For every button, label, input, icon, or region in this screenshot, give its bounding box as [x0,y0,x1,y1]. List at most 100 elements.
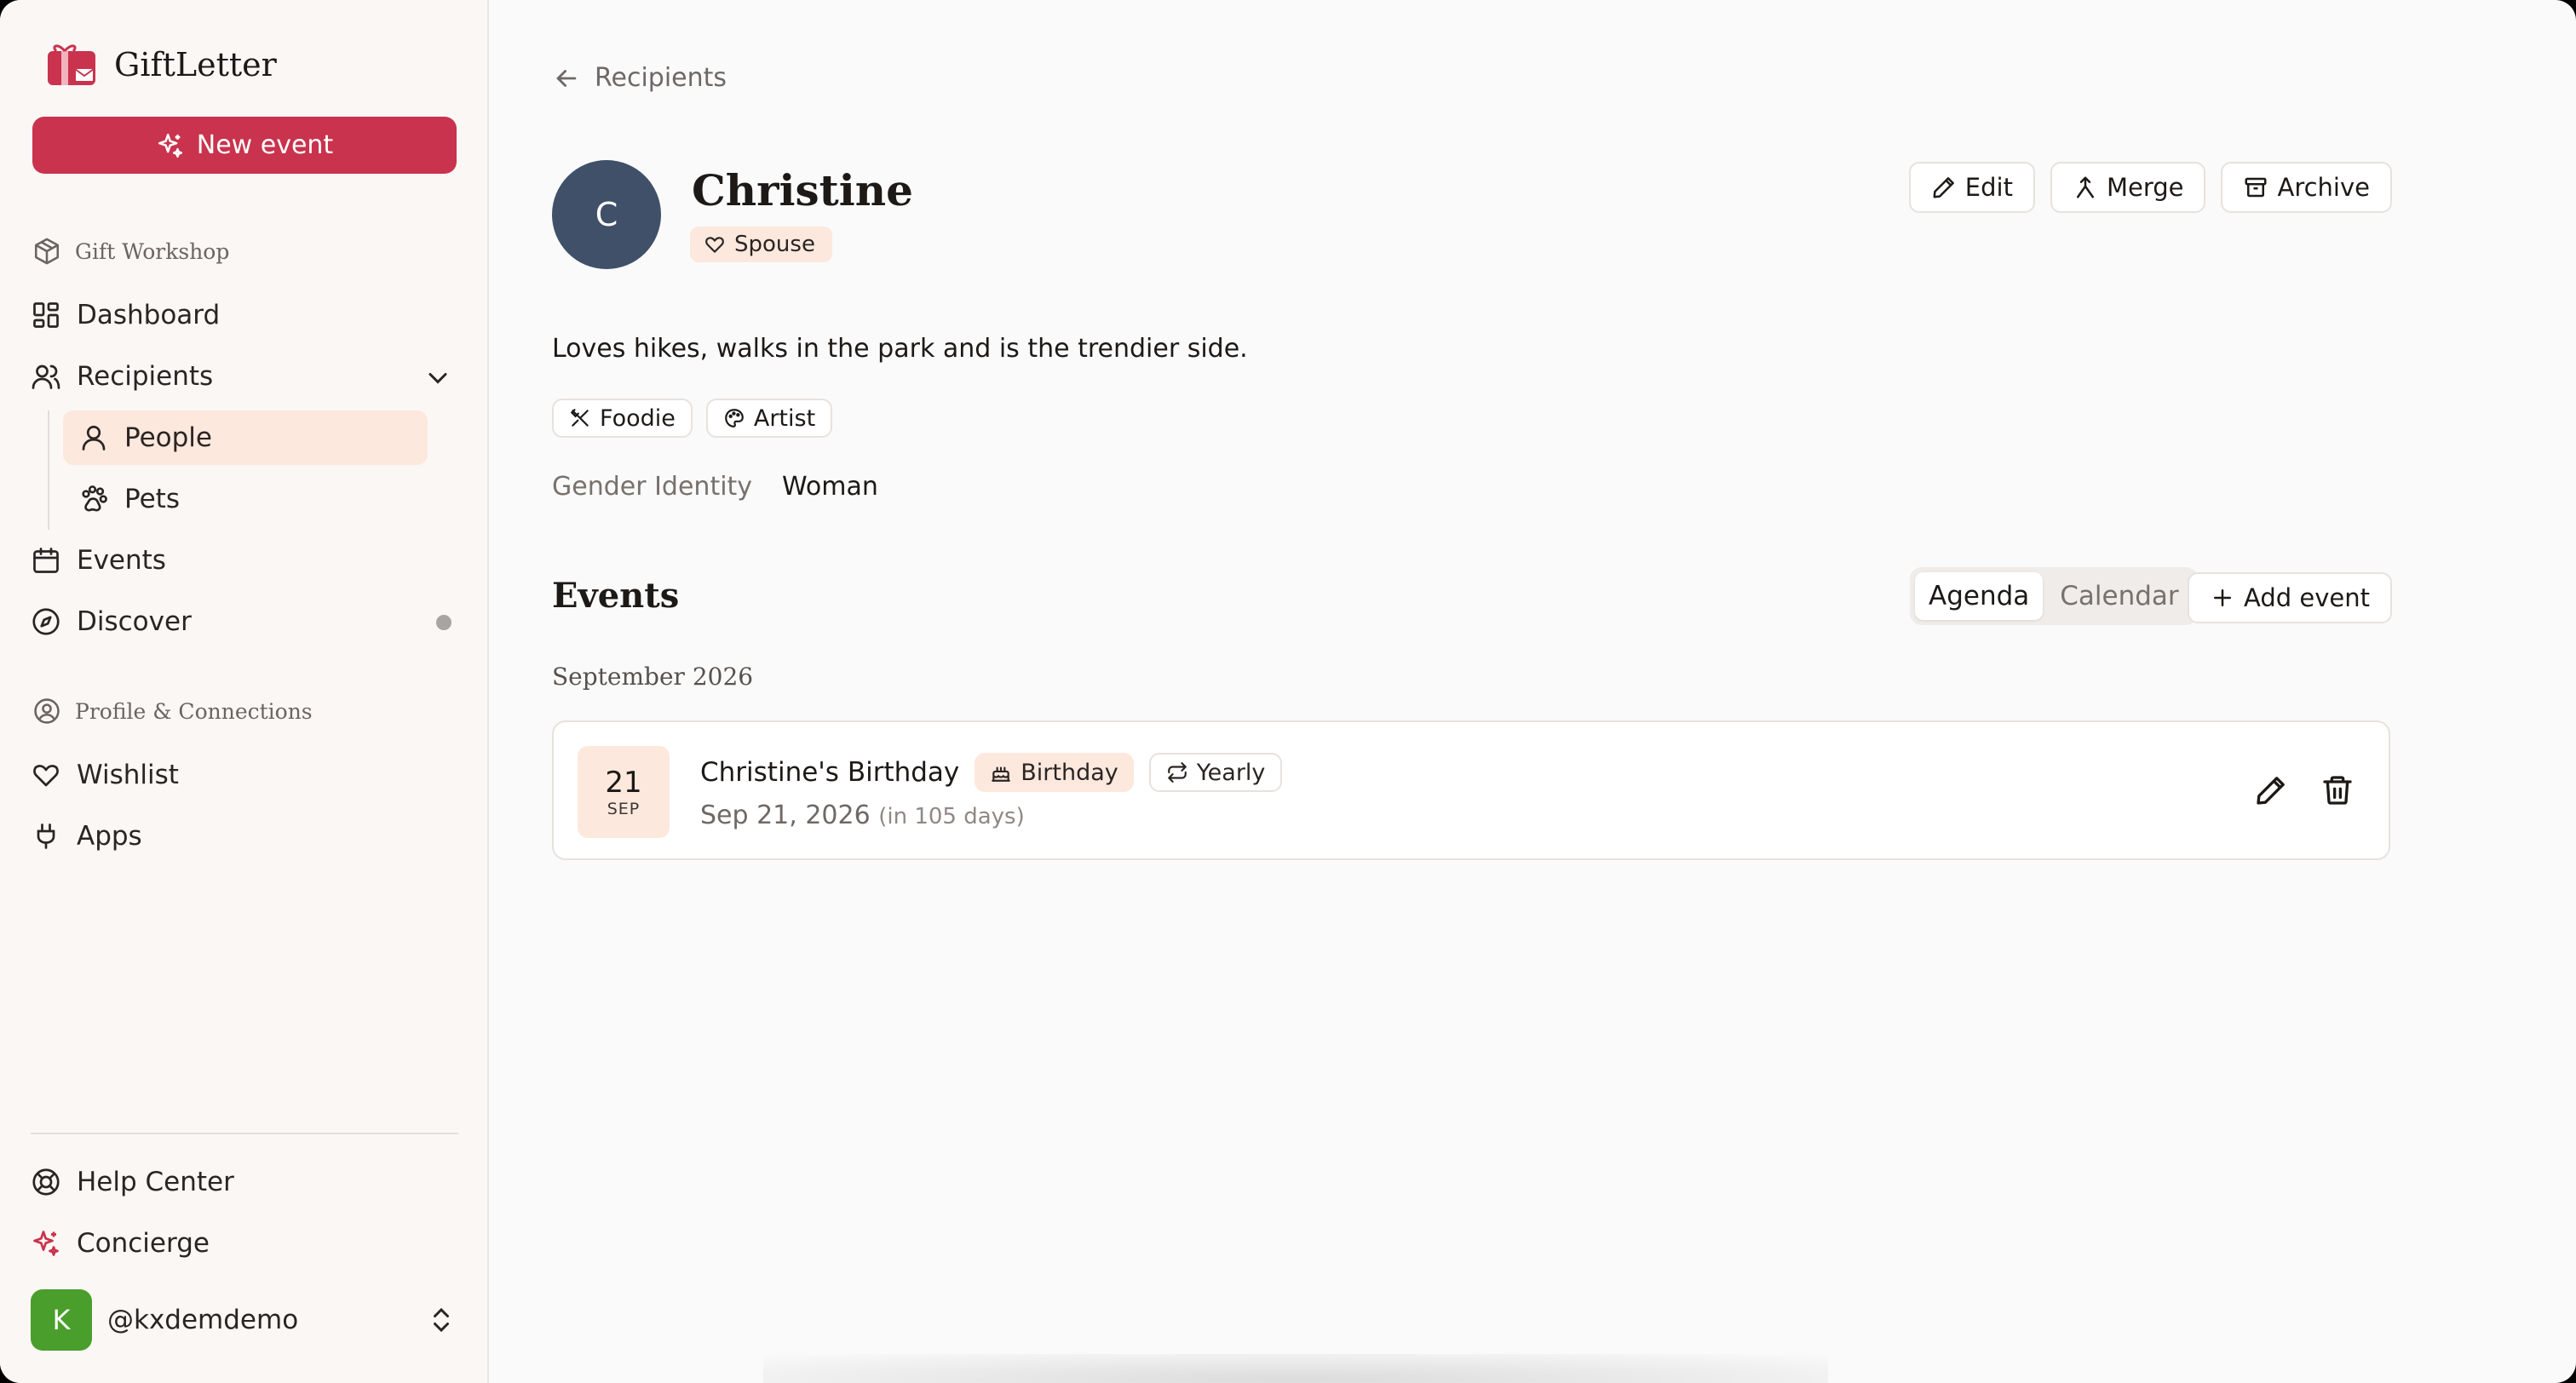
tab-calendar[interactable]: Calendar [2046,572,2192,620]
utensils-crossed-icon [570,409,589,427]
relationship-badge: Spouse [690,227,832,262]
event-month: SEP [607,800,641,818]
users-icon [32,364,60,389]
gender-identity-value: Woman [782,472,878,502]
archive-button[interactable]: Archive [2221,162,2392,213]
sidebar-item-concierge[interactable]: Concierge [31,1216,457,1271]
chevron-down-icon[interactable] [423,363,453,393]
event-relative-time: (in 105 days) [878,804,1025,829]
tag-label: Artist [753,405,816,432]
tag-label: Foodie [600,405,676,432]
recipient-actions: Edit Merge Archive [1908,162,2392,213]
user-handle: @kxdemdemo [107,1305,299,1335]
archive-label: Archive [2277,173,2370,202]
sidebar-divider [31,1133,458,1134]
merge-button[interactable]: Merge [2050,162,2206,213]
view-toggle: Agenda Calendar [1910,567,2198,625]
sidebar-item-wishlist[interactable]: Wishlist [31,748,457,802]
user-avatar: K [31,1289,92,1351]
gift-workshop-section: Gift Workshop [32,237,229,266]
user-circle-icon [34,698,60,724]
event-day: 21 [605,766,642,800]
edit-button[interactable]: Edit [1908,162,2035,213]
gender-identity-label: Gender Identity [552,472,753,502]
user-icon [82,425,106,450]
main-content: Recipients C Christine Spouse Edit Merge… [491,0,2576,1383]
app-logo[interactable]: GiftLetter [46,43,277,87]
event-type-label: Birthday [1021,759,1118,786]
recipient-bio: Loves hikes, walks in the park and is th… [552,334,1248,364]
sidebar-item-people[interactable]: People [63,410,428,465]
tag-foodie: Foodie [552,399,693,438]
tab-agenda[interactable]: Agenda [1915,572,2044,620]
add-event-button[interactable]: Add event [2188,572,2392,623]
sidebar: GiftLetter New event Gift Workshop Dashb… [0,0,489,1383]
sidebar-item-label: Concierge [77,1228,210,1259]
sidebar-item-label: Pets [124,484,180,514]
sparkles-icon [158,133,182,158]
bottom-shadow [763,1354,1828,1383]
archive-icon [2245,177,2267,198]
new-event-label: New event [196,130,334,160]
lifebuoy-icon [32,1168,60,1196]
plus-icon [2214,589,2232,606]
event-card[interactable]: 21 SEP Christine's Birthday Birthday Yea… [552,720,2390,860]
sidebar-item-label: Wishlist [77,760,179,790]
sidebar-item-help-center[interactable]: Help Center [31,1155,457,1209]
dashboard-icon [33,302,59,328]
box-icon [34,238,60,265]
arrow-left-icon [556,69,577,87]
pencil-icon[interactable] [2254,773,2288,807]
profile-section: Profile & Connections [32,697,313,726]
sidebar-item-label: People [124,422,212,453]
tag-artist: Artist [705,399,833,438]
chevrons-up-down-icon [434,1307,449,1333]
sidebar-item-events[interactable]: Events [31,533,457,588]
recurrence-badge: Yearly [1148,753,1283,792]
events-heading: Events [552,576,680,616]
app-window: GiftLetter New event Gift Workshop Dashb… [0,0,2576,1383]
sidebar-item-pets[interactable]: Pets [63,472,428,526]
edit-label: Edit [1964,173,2013,202]
sidebar-item-label: Help Center [77,1167,234,1197]
event-actions [2254,773,2355,807]
sidebar-item-label: Events [77,545,166,576]
profile-section-label: Profile & Connections [75,698,313,724]
sidebar-item-discover[interactable]: Discover [31,594,457,649]
sidebar-item-recipients[interactable]: Recipients [31,349,457,404]
tree-line [48,410,49,530]
gift-workshop-label: Gift Workshop [75,238,230,264]
merge-icon [2076,176,2094,198]
add-event-label: Add event [2244,583,2370,612]
event-date-badge: 21 SEP [578,746,670,838]
back-link[interactable]: Recipients [552,63,727,93]
compass-icon [32,608,60,635]
merge-label: Merge [2106,173,2184,202]
relationship-label: Spouse [734,232,815,257]
trash-icon[interactable] [2320,773,2355,807]
pencil-icon [1933,177,1954,198]
sparkles-icon [33,1231,59,1256]
repeat-icon [1167,762,1187,783]
app-name: GiftLetter [114,46,277,83]
sidebar-item-dashboard[interactable]: Dashboard [31,288,457,342]
notification-dot [436,615,451,630]
sidebar-item-apps[interactable]: Apps [31,809,457,864]
paw-icon [82,485,107,512]
sidebar-item-label: Apps [77,821,142,852]
heart-icon [33,765,59,787]
event-title-row: Christine's Birthday Birthday Yearly [700,753,1283,792]
plug-icon [37,823,55,849]
month-heading: September 2026 [552,663,754,691]
recipient-avatar: C [552,160,661,269]
new-event-button[interactable]: New event [32,117,457,174]
page-title: Christine [692,165,913,215]
event-title: Christine's Birthday [700,757,960,788]
sidebar-item-label: Discover [77,606,192,637]
back-link-label: Recipients [595,63,727,93]
sidebar-item-label: Recipients [77,361,214,392]
recurrence-label: Yearly [1196,759,1266,786]
user-menu[interactable]: K @kxdemdemo [31,1289,457,1351]
interest-tags: Foodie Artist [552,399,833,438]
gift-logo-icon [48,44,95,85]
